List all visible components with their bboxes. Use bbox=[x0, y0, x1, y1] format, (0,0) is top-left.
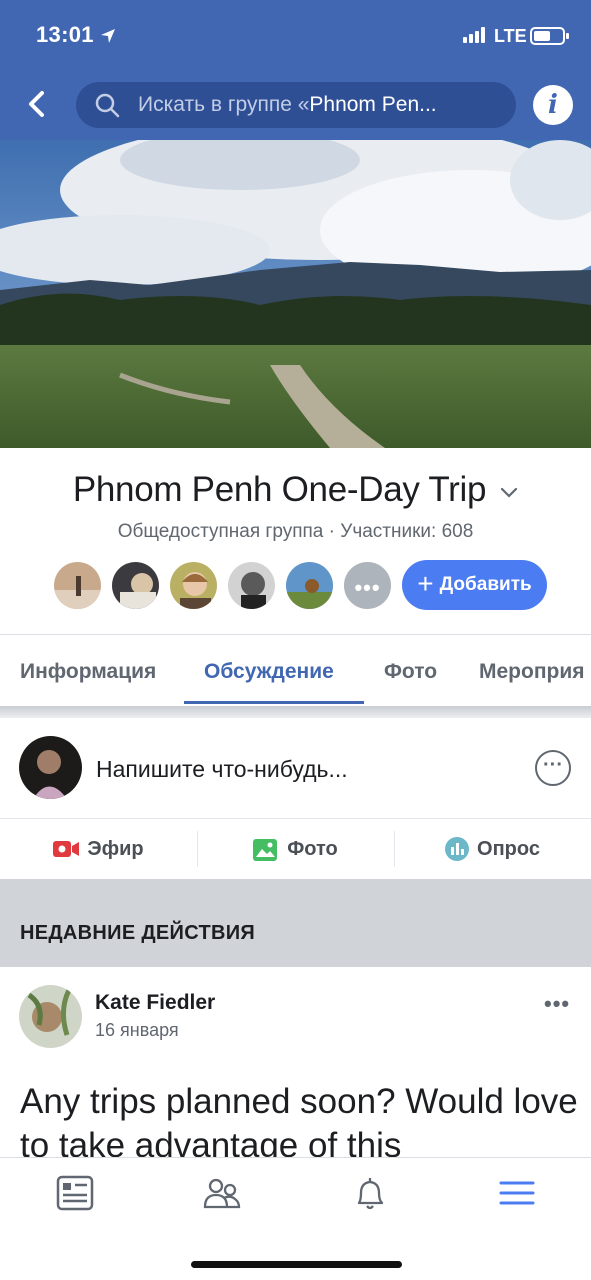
group-cover-photo[interactable] bbox=[0, 140, 591, 448]
group-title-row[interactable]: Phnom Penh One-Day Trip bbox=[0, 470, 591, 510]
location-arrow-icon bbox=[100, 29, 115, 44]
home-indicator[interactable] bbox=[191, 1261, 402, 1268]
post-date[interactable]: 16 января bbox=[95, 1020, 179, 1041]
chevron-down-icon[interactable] bbox=[500, 487, 518, 499]
more-members-avatar[interactable]: ••• bbox=[342, 559, 393, 611]
divider bbox=[0, 634, 591, 635]
search-icon bbox=[95, 93, 120, 118]
live-label: Эфир bbox=[87, 837, 144, 860]
tab-events[interactable]: Мероприя bbox=[479, 660, 585, 684]
status-bar: 13:01 LTE bbox=[0, 22, 591, 52]
search-placeholder-prefix: Искать в группе « bbox=[138, 93, 310, 116]
avatar[interactable] bbox=[19, 985, 82, 1048]
avatar[interactable] bbox=[52, 559, 103, 611]
avatar[interactable] bbox=[226, 559, 277, 611]
poll-icon bbox=[445, 837, 470, 861]
section-title: НЕДАВНИЕ ДЕЙСТВИЯ bbox=[20, 922, 256, 944]
post-composer: Напишите что-нибудь... ··· bbox=[0, 718, 591, 818]
more-horizontal-icon[interactable]: ••• bbox=[544, 991, 570, 1017]
post-body: Any trips planned soon? Would love to ta… bbox=[20, 1082, 578, 1157]
avatar[interactable] bbox=[284, 559, 335, 611]
search-placeholder: Искать в группе «Phnom Pen... bbox=[138, 93, 437, 117]
tab-info[interactable]: Информация bbox=[20, 660, 156, 684]
menu-icon[interactable] bbox=[497, 1173, 537, 1213]
composer-actions: Эфир Фото Опрос bbox=[0, 819, 591, 879]
plus-icon: + bbox=[417, 568, 434, 599]
header-nav: Искать в группе «Phnom Pen... i bbox=[0, 82, 591, 128]
composer-input[interactable]: Напишите что-нибудь... bbox=[96, 756, 348, 783]
photo-label: Фото bbox=[287, 837, 338, 860]
more-horizontal-icon[interactable]: ··· bbox=[535, 750, 571, 786]
groups-icon[interactable] bbox=[202, 1173, 242, 1213]
tab-photos[interactable]: Фото bbox=[384, 660, 437, 684]
more-dots-icon: ••• bbox=[354, 574, 381, 600]
news-feed-icon[interactable] bbox=[55, 1173, 95, 1213]
live-video-icon bbox=[53, 841, 80, 857]
poll-label: Опрос bbox=[477, 837, 540, 860]
group-privacy: Общедоступная группа bbox=[117, 521, 324, 542]
notifications-bell-icon[interactable] bbox=[350, 1173, 390, 1213]
avatar[interactable] bbox=[19, 736, 82, 799]
group-title: Phnom Penh One-Day Trip bbox=[72, 470, 487, 509]
divider bbox=[0, 706, 591, 718]
clock-text: 13:01 bbox=[36, 22, 94, 47]
add-member-button[interactable]: + Добавить bbox=[402, 560, 547, 610]
member-avatars: ••• + Добавить bbox=[52, 559, 547, 611]
post-card: Kate Fiedler 16 января ••• Any trips pla… bbox=[0, 967, 591, 1157]
group-tabs: Информация Обсуждение Фото Мероприя bbox=[0, 636, 591, 706]
active-tab-indicator bbox=[184, 701, 364, 704]
photo-icon bbox=[253, 839, 278, 861]
group-meta: Общедоступная группа · Участники: 608 bbox=[117, 521, 474, 542]
tab-discussion[interactable]: Обсуждение bbox=[204, 660, 334, 684]
group-members-count[interactable]: Участники: 608 bbox=[340, 521, 473, 542]
header-bar: 13:01 LTE Искать в группе «Phnom Pen... … bbox=[0, 0, 591, 140]
search-placeholder-group: Phnom Pen... bbox=[309, 93, 437, 116]
cover-landscape-image bbox=[0, 140, 591, 448]
status-time: 13:01 bbox=[36, 22, 116, 48]
network-type: LTE bbox=[494, 26, 527, 46]
back-chevron-icon[interactable] bbox=[22, 88, 54, 120]
battery-icon bbox=[530, 27, 569, 45]
photo-button[interactable]: Фото bbox=[197, 819, 394, 879]
add-member-label: Добавить bbox=[439, 574, 532, 595]
poll-button[interactable]: Опрос bbox=[394, 819, 591, 879]
post-author[interactable]: Kate Fiedler bbox=[95, 991, 215, 1015]
group-search-input[interactable]: Искать в группе «Phnom Pen... bbox=[76, 82, 516, 128]
avatar[interactable] bbox=[110, 559, 161, 611]
live-button[interactable]: Эфир bbox=[0, 819, 197, 879]
info-icon[interactable]: i bbox=[533, 85, 573, 125]
signal-strength-icon bbox=[463, 27, 485, 43]
avatar[interactable] bbox=[168, 559, 219, 611]
recent-activity-header: НЕДАВНИЕ ДЕЙСТВИЯ bbox=[0, 879, 591, 967]
